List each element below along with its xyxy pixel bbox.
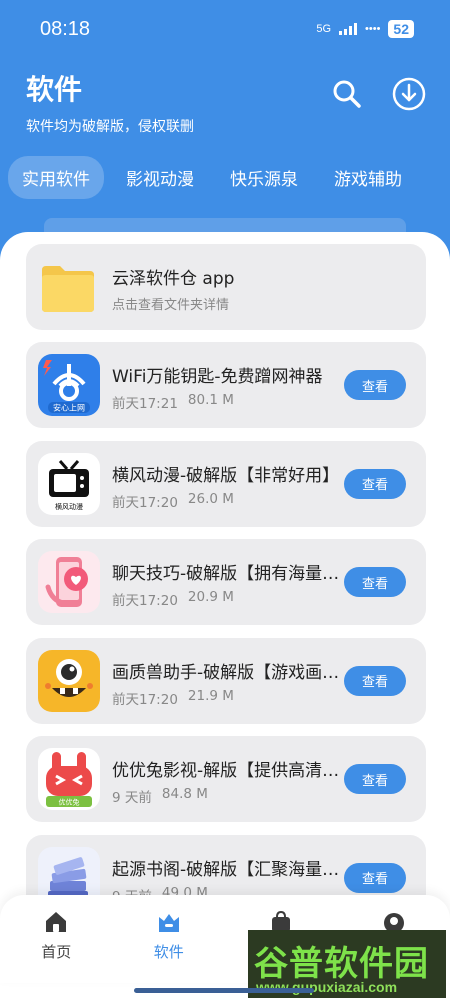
app-time: 前天17:20 [112,593,178,609]
view-button[interactable]: 查看 [344,468,406,499]
status-bar: 08:18 5G •••• 52 [0,0,450,60]
rabbit-icon-label: 优优兔 [59,798,80,807]
nav-home[interactable]: 首页 [0,895,113,983]
folder-subtitle: 点击查看文件夹详情 [112,298,230,313]
list-item[interactable]: 聊天技巧-破解版【拥有海量话术】 前天17:20 20.9 M 查看 [26,539,426,625]
category-tabs: 实用软件 影视动漫 快乐源泉 游戏辅助 [8,156,416,199]
app-time: 前天17:21 [112,396,178,412]
signal-icon [339,23,358,35]
app-list: 安心上网 WiFi万能钥匙-免费蹭网神器 前天17:21 80.1 M 查看 横… [26,342,426,933]
status-indicators: 5G •••• 52 [316,20,414,38]
app-title: WiFi万能钥匙-免费蹭网神器 [112,367,323,387]
view-button[interactable]: 查看 [344,370,406,400]
app-time: 9 天前 [112,790,152,806]
app-title: 优优兔影视-解版【提供高清影视】 [112,761,342,781]
view-button[interactable]: 查看 [344,862,406,893]
wifi-icon-label: 安心上网 [53,403,85,413]
home-icon [46,912,67,932]
tab-practical-software[interactable]: 实用软件 [8,156,104,199]
tab-fun[interactable]: 快乐源泉 [216,156,312,199]
app-title: 画质兽助手-破解版【游戏画质】 [112,662,342,683]
tab-game-assist[interactable]: 游戏辅助 [320,156,416,199]
list-item[interactable]: 画质兽助手-破解版【游戏画质】 前天17:20 21.9 M 查看 [26,637,426,724]
app-size: 80.1 M [187,392,234,408]
app-size: 20.9 M [187,589,234,605]
folder-icon [38,258,98,318]
nav-home-label: 首页 [41,943,72,961]
app-meta: 9 天前 84.8 M [112,786,208,806]
app-time: 前天17:20 [112,494,178,511]
page-subtitle: 软件均为破解版，侵权联删 [26,119,194,135]
app-meta: 前天17:20 21.9 M [112,688,234,708]
app-meta: 前天17:20 20.9 M [112,589,234,609]
nav-software[interactable]: 软件 [113,895,226,983]
wifi-key-app-icon: 安心上网 [38,354,100,416]
app-meta: 前天17:21 80.1 M [112,392,234,412]
app-size: 26.0 M [187,490,234,507]
download-icon[interactable] [390,75,428,113]
tab-video-anime[interactable]: 影视动漫 [112,156,208,199]
app-title: 聊天技巧-破解版【拥有海量话术】 [112,564,342,584]
app-title: 起源书阁-破解版【汇聚海量小说】 [112,859,342,880]
header-actions [328,75,428,113]
wifi-dots-icon: •••• [365,23,381,35]
view-button[interactable]: 查看 [344,764,406,794]
monster-app-icon [38,649,100,712]
home-indicator[interactable] [134,988,314,993]
app-size: 84.8 M [161,786,208,802]
view-button[interactable]: 查看 [344,665,406,696]
search-icon[interactable] [328,75,366,113]
tv-icon-label: 横风动漫 [55,502,83,511]
folder-title: 云泽软件仓 app [112,269,235,289]
app-time: 前天17:20 [112,691,178,708]
nav-software-label: 软件 [153,943,184,961]
rabbit-app-icon: 优优兔 [38,748,100,810]
list-item[interactable]: 安心上网 WiFi万能钥匙-免费蹭网神器 前天17:21 80.1 M 查看 [26,342,426,428]
network-label: 5G [316,23,332,35]
tv-app-icon: 横风动漫 [38,452,100,515]
watermark-title: 谷普软件园 [254,944,429,984]
battery-indicator: 52 [388,20,414,38]
list-item[interactable]: 横风动漫 横风动漫-破解版【非常好用】 前天17:20 26.0 M 查看 [26,440,426,527]
app-header: 软件 软件均为破解版，侵权联删 [26,68,194,136]
app-size: 21.9 M [187,687,234,704]
folder-card[interactable]: 云泽软件仓 app 点击查看文件夹详情 [26,244,426,330]
app-title: 横风动漫-破解版【非常好用】 [112,465,340,486]
status-time: 08:18 [40,18,91,40]
chat-phone-app-icon [38,551,100,613]
app-meta: 前天17:20 26.0 M [112,491,234,511]
view-button[interactable]: 查看 [344,567,406,597]
list-item[interactable]: 优优兔 优优兔影视-解版【提供高清影视】 9 天前 84.8 M 查看 [26,736,426,822]
page-title: 软件 [26,73,83,106]
crown-box-icon [158,914,179,932]
